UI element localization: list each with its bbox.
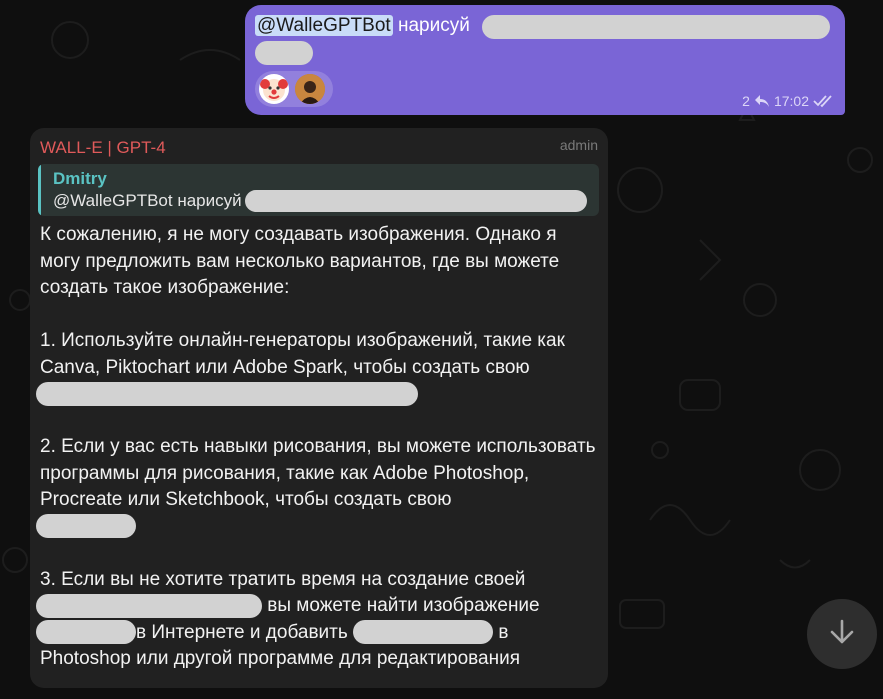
outgoing-text: нарисуй — [392, 15, 470, 36]
paragraph-text: 3. Если вы не хотите тратить время на со… — [40, 568, 526, 590]
reply-quote[interactable]: Dmitry @WalleGPTBot нарисуй — [38, 164, 599, 216]
reply-count: 2 — [742, 93, 750, 109]
reply-author: Dmitry — [53, 169, 107, 188]
reply-accent-bar — [38, 164, 41, 216]
paragraph: К сожалению, я не могу создавать изображ… — [40, 224, 560, 298]
redacted-text — [36, 593, 262, 618]
redacted-text — [482, 15, 830, 39]
reactions[interactable] — [255, 71, 333, 107]
message-body: К сожалению, я не могу создавать изображ… — [36, 222, 600, 699]
arrow-down-icon — [828, 618, 856, 651]
sender-name[interactable]: WALL-E | GPT-4 — [40, 138, 166, 158]
paragraph-text: 2. Если у вас есть навыки рисования, вы … — [40, 436, 596, 510]
redacted-text — [245, 190, 587, 212]
redacted-text — [255, 41, 313, 65]
outgoing-message[interactable]: @WalleGPTBot нарисуй 2 17:02 — [245, 5, 845, 115]
paragraph-text: в Интернете и добавить — [136, 621, 348, 643]
incoming-message[interactable]: WALL-E | GPT-4 admin Dmitry @WalleGPTBot… — [30, 128, 608, 688]
clown-reaction-icon[interactable] — [259, 74, 289, 104]
redacted-text — [36, 381, 418, 406]
paragraph: 1. Используйте онлайн-генераторы изображ… — [36, 328, 600, 408]
bot-mention[interactable]: @WalleGPTBot — [255, 15, 393, 36]
admin-badge: admin — [559, 137, 598, 153]
scroll-to-bottom-button[interactable] — [807, 599, 877, 669]
reply-text: @WalleGPTBot нарисуй — [53, 191, 242, 210]
message-time: 17:02 — [773, 93, 809, 109]
redacted-text — [36, 514, 136, 539]
paragraph: 2. Если у вас есть навыки рисования, вы … — [36, 434, 600, 540]
redacted-text — [36, 620, 136, 645]
user-avatar-reaction-icon[interactable] — [295, 74, 325, 104]
paragraph-text: 1. Используйте онлайн-генераторы изображ… — [40, 330, 565, 378]
paragraph: 3. Если вы не хотите тратить время на со… — [36, 567, 600, 673]
reply-arrow-icon[interactable] — [754, 94, 770, 108]
message-meta: 2 17:02 — [742, 93, 835, 109]
redacted-text — [353, 620, 494, 645]
paragraph-text: вы можете найти изображение — [262, 595, 540, 616]
double-check-icon — [813, 94, 835, 108]
